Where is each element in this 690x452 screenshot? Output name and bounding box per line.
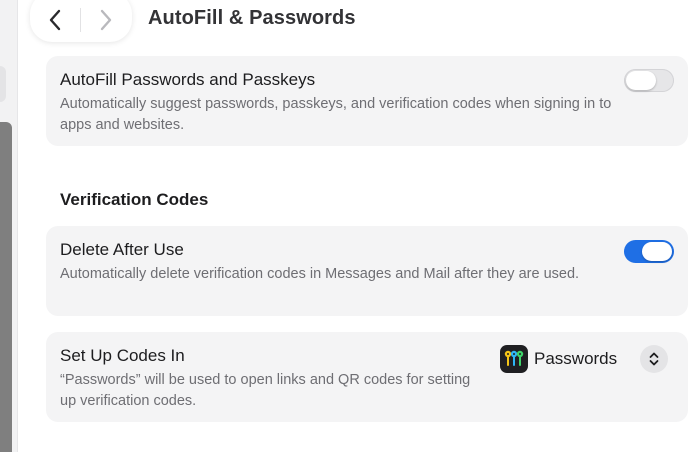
delete-after-use-title: Delete After Use xyxy=(60,240,184,259)
delete-after-use-description: Automatically delete verification codes … xyxy=(60,266,580,282)
selected-app-name: Passwords xyxy=(534,349,618,368)
set-up-codes-description: “Passwords” will be used to open links a… xyxy=(60,372,471,409)
sidebar xyxy=(0,0,18,452)
autofill-description: Automatically suggest passwords, passkey… xyxy=(60,96,612,133)
navigation-controls xyxy=(30,0,132,42)
back-button[interactable] xyxy=(30,2,80,38)
delete-after-use-card: Delete After Use Automatically delete ve… xyxy=(46,226,688,316)
sidebar-selection xyxy=(0,66,6,102)
passwords-app-icon xyxy=(500,345,528,373)
autofill-card: AutoFill Passwords and Passkeys Automati… xyxy=(46,56,688,146)
page-title: AutoFill & Passwords xyxy=(148,7,356,29)
autofill-title: AutoFill Passwords and Passkeys xyxy=(60,70,316,89)
delete-after-use-toggle[interactable] xyxy=(624,240,674,263)
settings-window: AutoFill & Passwords AutoFill Passwords … xyxy=(0,0,690,452)
app-selector-stepper[interactable] xyxy=(640,345,668,373)
chevron-right-icon xyxy=(100,9,112,31)
chevron-left-icon xyxy=(49,9,61,31)
forward-button[interactable] xyxy=(81,2,131,38)
keys-icon xyxy=(504,350,524,366)
set-up-codes-card: Set Up Codes In “Passwords” will be used… xyxy=(46,332,688,422)
codes-app-selector[interactable]: Passwords xyxy=(500,344,617,374)
toggle-knob xyxy=(626,71,656,90)
sidebar-scrollbar[interactable] xyxy=(0,122,12,452)
autofill-toggle[interactable] xyxy=(624,69,674,92)
chevron-up-down-icon xyxy=(649,352,659,366)
section-heading-verification-codes: Verification Codes xyxy=(60,190,209,209)
toggle-knob xyxy=(642,242,672,261)
set-up-codes-title: Set Up Codes In xyxy=(60,346,185,365)
